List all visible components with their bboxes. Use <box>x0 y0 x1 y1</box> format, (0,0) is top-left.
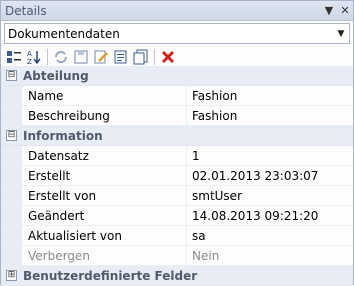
collapse-icon[interactable]: ⊟ <box>6 130 17 141</box>
property-key: Verbergen <box>22 246 187 265</box>
panel-title: Details <box>5 3 47 18</box>
category-abteilung[interactable]: ⊟ Abteilung <box>1 66 353 86</box>
property-value[interactable]: Fashion <box>187 106 353 125</box>
properties-icon[interactable] <box>113 49 129 65</box>
property-value[interactable]: sa <box>187 226 353 245</box>
property-value[interactable]: 02.01.2013 23:03:07 <box>187 166 353 185</box>
category-label: Benutzerdefinierte Felder <box>23 268 198 283</box>
category-label: Abteilung <box>23 68 89 83</box>
property-value[interactable]: 14.08.2013 09:21:20 <box>187 206 353 225</box>
property-key: Erstellt von <box>22 186 187 205</box>
document-icon[interactable] <box>133 49 149 65</box>
property-row-disabled: Verbergen Nein <box>1 246 353 266</box>
property-row[interactable]: Beschreibung Fashion <box>1 106 353 126</box>
collapse-icon[interactable]: ⊟ <box>6 70 17 81</box>
property-row[interactable]: Datensatz 1 <box>1 146 353 166</box>
property-value[interactable]: smtUser <box>187 186 353 205</box>
property-key: Geändert <box>22 206 187 225</box>
categorized-view-icon[interactable] <box>6 49 22 65</box>
property-row[interactable]: Name Fashion <box>1 86 353 106</box>
sort-alphabetical-icon[interactable]: AZ <box>26 49 42 65</box>
delete-icon[interactable] <box>160 49 176 65</box>
property-key: Name <box>22 86 187 105</box>
save-icon[interactable] <box>73 49 89 65</box>
refresh-icon[interactable] <box>53 49 69 65</box>
property-row[interactable]: Aktualisiert von sa <box>1 226 353 246</box>
dropdown-arrow-icon[interactable]: ▼ <box>321 4 337 17</box>
svg-text:Z: Z <box>27 58 32 65</box>
expand-icon[interactable]: ⊞ <box>6 270 17 281</box>
property-row[interactable]: Erstellt 02.01.2013 23:03:07 <box>1 166 353 186</box>
toolbar-separator <box>47 49 48 65</box>
category-benutzerdefinierte-felder[interactable]: ⊞ Benutzerdefinierte Felder <box>1 266 353 286</box>
svg-text:A: A <box>27 50 32 58</box>
combobox-value: Dokumentendaten <box>8 26 120 41</box>
category-label: Information <box>23 128 103 143</box>
view-selector-combobox[interactable]: Dokumentendaten ▼ <box>4 23 350 44</box>
property-grid: ⊟ Abteilung Name Fashion Beschreibung Fa… <box>1 66 353 286</box>
title-bar: Details ▼ ✕ <box>1 1 353 21</box>
property-key: Aktualisiert von <box>22 226 187 245</box>
edit-icon[interactable] <box>93 49 109 65</box>
property-row[interactable]: Geändert 14.08.2013 09:21:20 <box>1 206 353 226</box>
category-information[interactable]: ⊟ Information <box>1 126 353 146</box>
close-icon[interactable]: ✕ <box>337 4 353 17</box>
toolbar-separator <box>154 49 155 65</box>
details-panel: Details ▼ ✕ Dokumentendaten ▼ AZ ⊟ Abtei… <box>0 0 354 286</box>
property-key: Erstellt <box>22 166 187 185</box>
property-value: Nein <box>192 248 220 263</box>
property-key: Beschreibung <box>22 106 187 125</box>
property-key: Datensatz <box>22 146 187 165</box>
property-value[interactable]: 1 <box>187 146 353 165</box>
property-row[interactable]: Erstellt von smtUser <box>1 186 353 206</box>
combobox-arrow-icon[interactable]: ▼ <box>333 29 349 39</box>
property-value[interactable]: Fashion <box>187 86 353 105</box>
